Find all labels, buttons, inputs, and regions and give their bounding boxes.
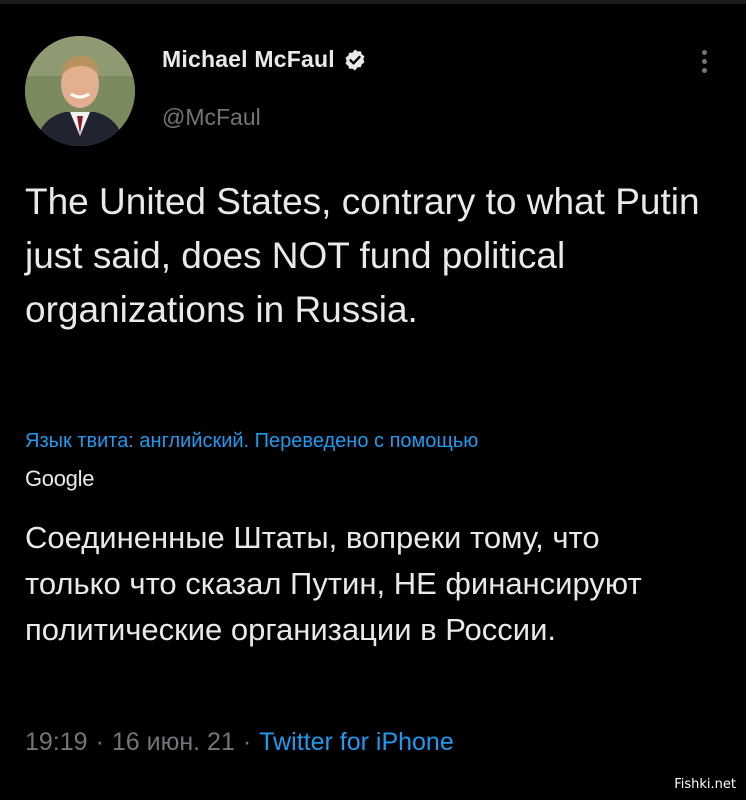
translation-provider-logo: Google [25,466,95,491]
translation-note[interactable]: Язык твита: английский. Переведено с пом… [25,430,478,453]
author-name[interactable]: Michael McFaul [162,46,335,73]
tweet-meta: 19:19 · 16 июн. 21 · Twitter for iPhone [25,728,454,757]
tweet-source[interactable]: Twitter for iPhone [259,728,454,757]
tweet-date[interactable]: 16 июн. 21 [112,728,235,757]
author-handle[interactable]: @McFaul [162,104,261,131]
meta-separator: · [242,728,252,756]
more-vertical-icon[interactable] [697,50,711,78]
meta-separator: · [95,728,104,756]
watermark: Fishki.net [674,777,736,792]
avatar-photo [25,36,135,146]
translated-text: Соединенные Штаты, вопреки тому, что тол… [25,520,642,647]
author-name-row[interactable]: Michael McFaul [162,46,367,73]
tweet-text: The United States, contrary to what Puti… [25,181,700,330]
verified-badge-icon [343,48,367,72]
top-divider [0,0,746,4]
tweet-time[interactable]: 19:19 [25,728,88,757]
avatar[interactable] [25,36,135,146]
